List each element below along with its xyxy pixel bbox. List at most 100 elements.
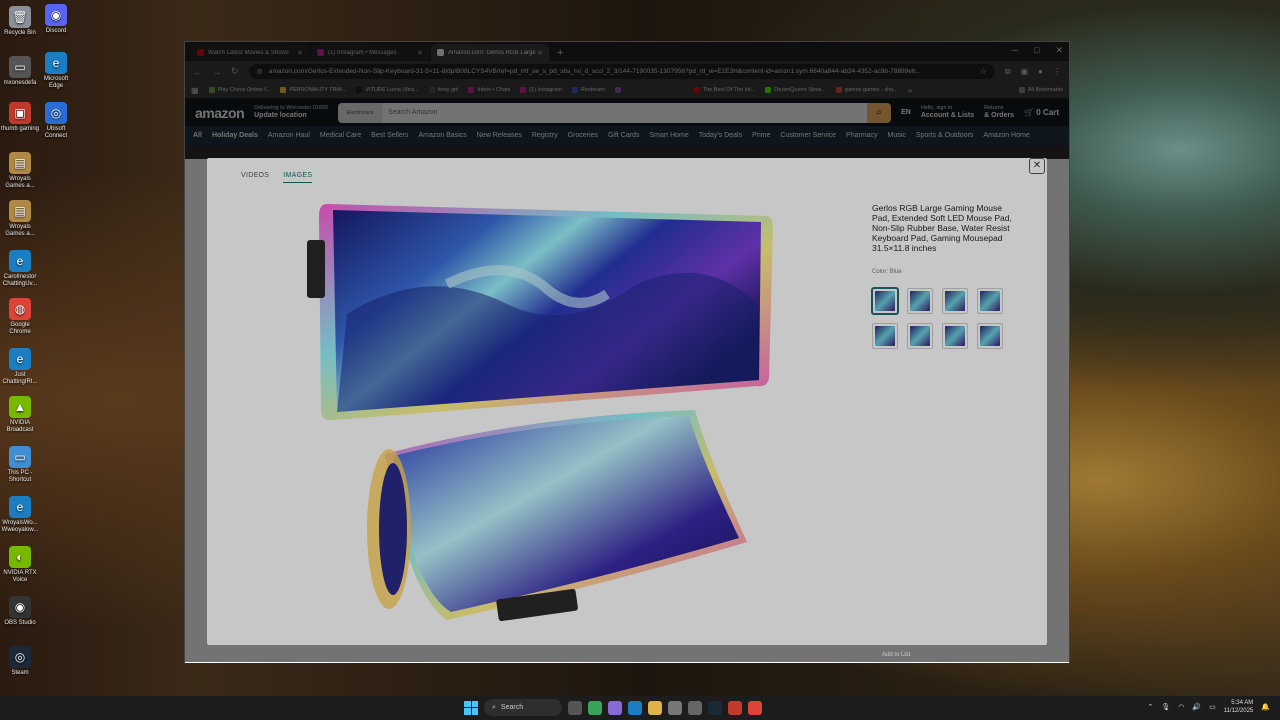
bookmark-apps-icon[interactable]: ▦: [191, 86, 199, 95]
product-thumbnail[interactable]: [977, 323, 1003, 349]
desktop-icon[interactable]: 🗑 Recycle Bin: [0, 6, 40, 37]
bookmark-star-icon[interactable]: ☆: [980, 67, 987, 76]
language-selector[interactable]: EN: [901, 109, 911, 117]
start-icon[interactable]: [464, 700, 478, 715]
subnav-item[interactable]: Customer Service: [780, 132, 836, 139]
subnav-item[interactable]: Smart Home: [649, 132, 688, 139]
sidepanel-icon[interactable]: ▣: [1021, 67, 1029, 76]
desktop-icon[interactable]: ▭ This PC - Shortcut: [0, 446, 40, 484]
subnav-item[interactable]: Amazon Basics: [419, 132, 467, 139]
returns-orders[interactable]: Returns & Orders: [984, 105, 1014, 120]
product-thumbnail[interactable]: [907, 288, 933, 314]
desktop-icon[interactable]: e WroyalsWo... Wweoyalow...: [0, 496, 40, 534]
cart-button[interactable]: 🛒 0 Cart: [1024, 108, 1059, 117]
headset-app-icon[interactable]: [588, 700, 602, 715]
product-thumbnail[interactable]: [942, 323, 968, 349]
subnav-item[interactable]: Medical Care: [320, 132, 361, 139]
minimize-button[interactable]: ─: [1012, 45, 1018, 56]
bookmark-item[interactable]: Inbox • Chats: [468, 87, 510, 93]
subnav-item[interactable]: Gift Cards: [608, 132, 640, 139]
notifications-icon[interactable]: 🔔: [1261, 703, 1270, 711]
bookmark-item[interactable]: games games - sha...: [835, 87, 898, 93]
more-bookmarks-icon[interactable]: »: [908, 86, 912, 95]
volume-icon[interactable]: 🔊: [1192, 703, 1201, 711]
desktop-icon[interactable]: ◐ NVIDIA RTX Voice: [0, 546, 40, 584]
desktop-icon[interactable]: ◎ Ubisoft Connect: [36, 102, 76, 140]
subnav-item[interactable]: Sports & Outdoors: [916, 132, 974, 139]
bookmark-item[interactable]: The Best Of The Int...: [693, 87, 755, 93]
subnav-item[interactable]: Amazon Home: [983, 132, 1029, 139]
desktop-icon[interactable]: ▭ mxonesdefa: [0, 56, 40, 87]
subnav-item[interactable]: Prime: [752, 132, 770, 139]
desktop-icon[interactable]: ◍ Google Chrome: [0, 298, 40, 336]
site-info-icon[interactable]: ⚙: [257, 68, 263, 76]
subnav-item[interactable]: All: [193, 132, 202, 139]
subnav-item[interactable]: Holiday Deals: [212, 132, 258, 139]
add-to-list-button[interactable]: Add to List: [882, 652, 910, 658]
store-icon[interactable]: [668, 700, 682, 715]
copilot-icon[interactable]: [608, 700, 622, 715]
subnav-item[interactable]: Registry: [532, 132, 558, 139]
subnav-item[interactable]: Pharmacy: [846, 132, 878, 139]
product-thumbnail[interactable]: [872, 323, 898, 349]
clock[interactable]: 5:34 AM 11/12/2025: [1224, 699, 1254, 715]
desktop-icon[interactable]: ▤ Wroyals Games a...: [0, 152, 40, 190]
extensions-icon[interactable]: ⧉: [1005, 67, 1011, 77]
desktop-icon[interactable]: ◉ Discord: [36, 4, 76, 35]
close-window-button[interactable]: ✕: [1055, 45, 1063, 56]
bookmark-item[interactable]: VITURE Luma Ultra...: [356, 87, 419, 93]
subnav-item[interactable]: Amazon Haul: [268, 132, 310, 139]
tab-amazon[interactable]: Amazon.com: Gerlos RGB Large ✕: [431, 44, 549, 61]
chrome-icon[interactable]: [748, 700, 762, 715]
desktop-icon[interactable]: e CarolInestor ChattingUv...: [0, 250, 40, 288]
menu-icon[interactable]: ⋮: [1053, 67, 1061, 76]
address-bar[interactable]: ⚙ amazon.com/Gerlos-Extended-Non-Slip-Ke…: [248, 64, 995, 79]
bookmark-item[interactable]: Play Chess Online f...: [208, 87, 270, 93]
desktop-icon[interactable]: ▣ thumb gaming: [0, 102, 40, 133]
subnav-item[interactable]: Music: [888, 132, 906, 139]
product-thumbnail[interactable]: [977, 288, 1003, 314]
close-tab-icon[interactable]: ✕: [417, 49, 423, 57]
tab-images[interactable]: IMAGES: [283, 172, 313, 183]
search-icon[interactable]: ⌕: [867, 102, 892, 123]
amazon-logo[interactable]: amazon: [195, 105, 245, 121]
product-thumbnail[interactable]: [872, 288, 898, 314]
subnav-item[interactable]: Best Sellers: [371, 132, 408, 139]
bookmark-item[interactable]: [614, 87, 624, 93]
close-tab-icon[interactable]: ✕: [537, 49, 543, 57]
bookmark-item[interactable]: (1) Instagram: [520, 87, 562, 93]
all-bookmarks-button[interactable]: All Bookmarks: [1018, 87, 1063, 93]
task-view-icon[interactable]: [568, 700, 582, 715]
search-category-select[interactable]: Electronics: [338, 102, 383, 123]
desktop-icon[interactable]: e Just ChattingIRI...: [0, 348, 40, 386]
file-explorer-icon[interactable]: [648, 700, 662, 715]
tab-videos[interactable]: VIDEOS: [241, 172, 269, 183]
desktop-icon[interactable]: ◎ Steam: [0, 646, 40, 677]
forward-icon[interactable]: →: [212, 67, 221, 77]
battery-icon[interactable]: ▭: [1209, 703, 1216, 711]
search-input[interactable]: Search Amazon: [382, 102, 868, 123]
profile-icon[interactable]: ●: [1038, 67, 1043, 76]
tab-instagram[interactable]: (1) Instagram • Messages ✕: [311, 44, 429, 61]
desktop-icon[interactable]: ▤ Wroyals Games a...: [0, 200, 40, 238]
microphone-icon[interactable]: 🎙: [1161, 703, 1170, 711]
desktop-icon[interactable]: e Microsoft Edge: [36, 52, 76, 90]
subnav-item[interactable]: New Releases: [477, 132, 522, 139]
bookmark-item[interactable]: DezenQueen Strea...: [765, 87, 826, 93]
close-icon[interactable]: ✕: [1029, 158, 1045, 174]
bookmark-item[interactable]: PERSONALITY TRAI...: [280, 87, 346, 93]
close-tab-icon[interactable]: ✕: [297, 49, 303, 57]
desktop-icon[interactable]: ▲ NVIDIA Broadcast: [0, 396, 40, 434]
new-tab-button[interactable]: +: [551, 47, 569, 61]
app-icon[interactable]: [728, 700, 742, 715]
maximize-button[interactable]: □: [1034, 45, 1039, 56]
product-thumbnail[interactable]: [942, 288, 968, 314]
steam-icon[interactable]: [708, 700, 722, 715]
subnav-item[interactable]: Today's Deals: [699, 132, 742, 139]
back-icon[interactable]: ←: [193, 67, 202, 77]
product-thumbnail[interactable]: [907, 323, 933, 349]
settings-icon[interactable]: [688, 700, 702, 715]
account-menu[interactable]: Hello, sign in Account & Lists: [921, 105, 974, 120]
edge-icon[interactable]: [628, 700, 642, 715]
deliver-to[interactable]: Delivering to Worcester 01606 Update loc…: [254, 105, 328, 120]
